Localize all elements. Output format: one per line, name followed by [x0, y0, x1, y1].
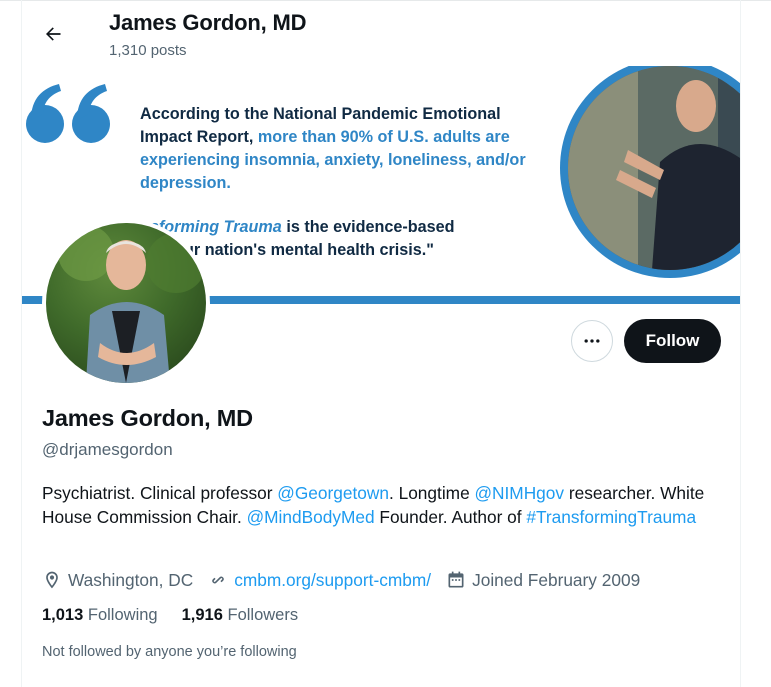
bio-link-nimhgov[interactable]: @NIMHgov	[474, 483, 564, 503]
followers-label: Followers	[227, 606, 299, 624]
banner-line-2a: Impact Report,	[140, 128, 258, 146]
bio-text: Psychiatrist. Clinical professor	[42, 483, 278, 503]
avatar[interactable]	[46, 223, 206, 383]
follow-button[interactable]: Follow	[624, 319, 721, 363]
banner-quote-text-2: nsforming Trauma is the evidence-based n…	[140, 216, 560, 262]
more-dots-icon	[584, 339, 600, 343]
profile-name: James Gordon, MD	[42, 405, 253, 431]
bio-text: . Longtime	[388, 483, 475, 503]
banner-line-3: experiencing insomnia, anxiety, loneline…	[140, 151, 526, 169]
banner-line-6: n to our nation's mental health crisis."	[140, 241, 434, 259]
banner-line-5b: is the evidence-based	[281, 218, 455, 236]
profile-meta: Washington, DC cmbm.org/support-cmbm/ Jo…	[42, 568, 655, 592]
calendar-icon	[448, 571, 464, 588]
following-label: Following	[87, 606, 158, 624]
location-item: Washington, DC	[42, 570, 193, 591]
joined-text: Joined February 2009	[472, 569, 641, 590]
followers-count: 1,916	[181, 606, 223, 624]
banner-line-2b: more than 90% of U.S. adults are	[257, 128, 510, 146]
bio-link-georgetown[interactable]: @Georgetown	[277, 483, 389, 503]
not-followed-note: Not followed by anyone you’re following	[42, 644, 297, 660]
banner-quote-text: According to the National Pandemic Emoti…	[140, 103, 560, 195]
header-post-count: 1,310 posts	[109, 42, 187, 59]
following-link[interactable]: 1,013 Following	[42, 606, 158, 625]
arrow-left-icon	[46, 27, 61, 41]
banner-line-2: Impact Report, more than 90% of U.S. adu…	[140, 126, 560, 149]
header-title: James Gordon, MD	[109, 10, 307, 35]
banner-line-5: nsforming Trauma is the evidence-based	[140, 216, 560, 239]
following-count: 1,013	[42, 606, 84, 624]
bio-text: Founder. Author of	[374, 506, 527, 527]
profile-bio: Psychiatrist. Clinical professor @George…	[42, 482, 722, 529]
banner-line-1: According to the National Pandemic Emoti…	[140, 105, 501, 123]
quote-mark-icon	[26, 84, 110, 143]
banner-line-4: depression.	[140, 174, 231, 192]
profile-handle: @drjamesgordon	[42, 440, 173, 459]
joined-item: Joined February 2009	[446, 570, 640, 591]
link-icon	[212, 576, 224, 584]
back-button[interactable]	[37, 18, 69, 50]
location-pin-icon	[46, 571, 58, 589]
website-link[interactable]: cmbm.org/support-cmbm/	[234, 570, 431, 591]
location-text: Washington, DC	[68, 569, 194, 590]
followers-link[interactable]: 1,916 Followers	[182, 606, 299, 625]
avatar-photo-icon	[58, 225, 206, 383]
website-item: cmbm.org/support-cmbm/	[208, 570, 431, 591]
profile-stats: 1,013 Following 1,916 Followers	[42, 606, 322, 625]
more-options-button[interactable]	[571, 320, 613, 362]
bio-hashtag-transformingtrauma[interactable]: #TransformingTrauma	[526, 507, 696, 527]
bio-link-mindbodymed[interactable]: @MindBodyMed	[247, 507, 375, 527]
